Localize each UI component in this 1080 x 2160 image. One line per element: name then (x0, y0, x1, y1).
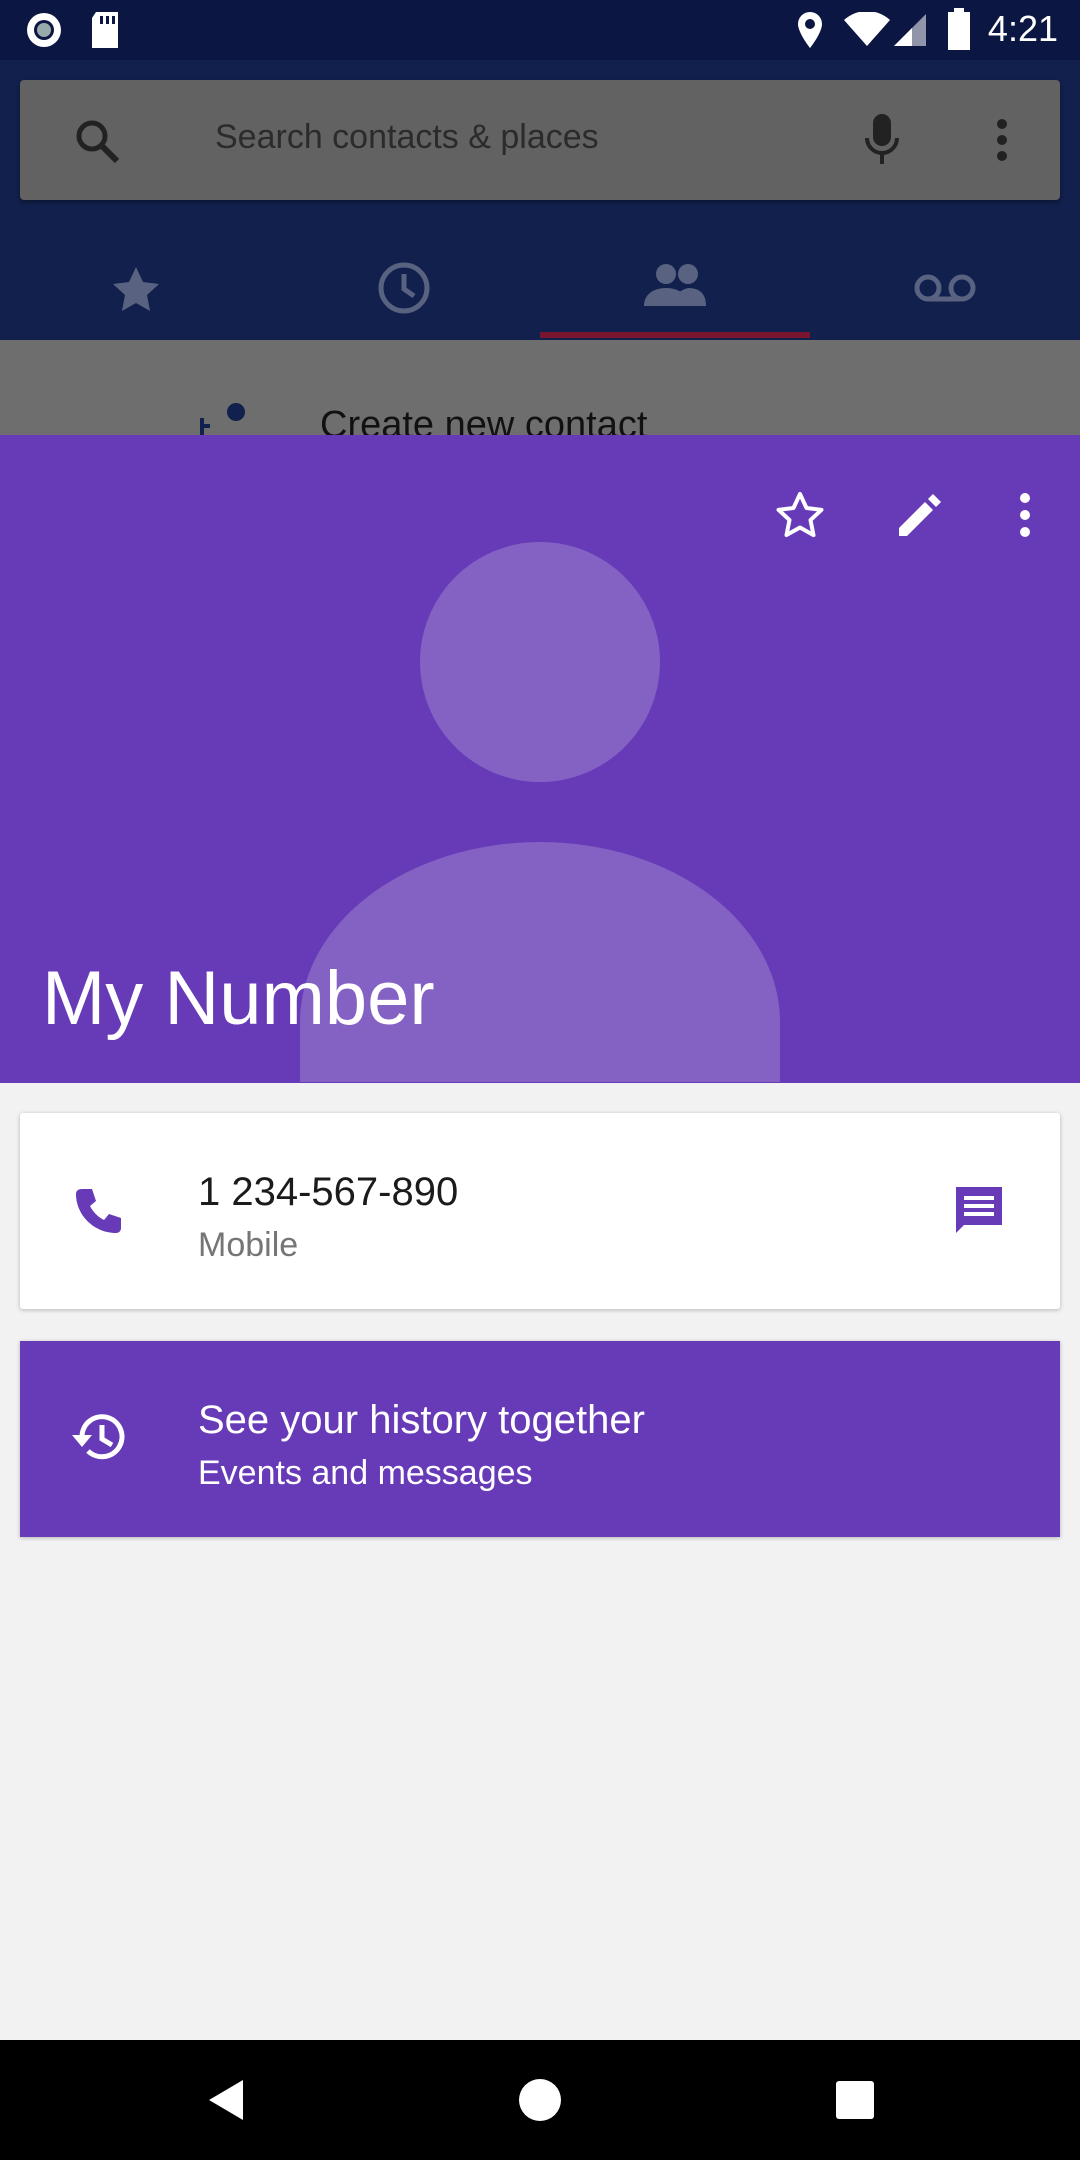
contact-header: My Number (0, 435, 1080, 1083)
active-tab-indicator (540, 332, 810, 338)
tab-recents[interactable] (270, 240, 540, 340)
phone-entry-card[interactable]: 1 234-567-890 Mobile (20, 1113, 1060, 1309)
battery-icon (948, 8, 970, 50)
history-subtitle: Events and messages (198, 1454, 533, 1492)
mic-icon[interactable] (862, 112, 902, 168)
search-icon[interactable] (74, 118, 120, 164)
more-vert-icon[interactable] (992, 116, 1012, 164)
edit-icon (899, 494, 941, 536)
more-options-button[interactable] (985, 475, 1065, 555)
voicemail-icon (914, 274, 976, 302)
signal-icon (894, 14, 926, 46)
clock-icon (378, 262, 430, 314)
favorite-button[interactable] (760, 475, 840, 555)
wifi-icon (844, 12, 890, 46)
home-icon (519, 2079, 561, 2121)
recents-button[interactable] (805, 2060, 905, 2140)
phone-number[interactable]: 1 234-567-890 (198, 1170, 458, 1215)
tab-voicemail[interactable] (810, 240, 1080, 340)
contact-name: My Number (42, 956, 435, 1041)
star-outline-icon (776, 492, 824, 538)
history-icon (72, 1414, 125, 1460)
history-card[interactable]: See your history together Events and mes… (20, 1341, 1060, 1537)
tab-contacts[interactable] (540, 240, 810, 340)
create-contact-row: Create new contact (0, 340, 1080, 435)
add-contact-icon (200, 403, 245, 435)
phone-icon (76, 1189, 121, 1233)
history-title: See your history together (198, 1398, 645, 1442)
create-contact-label: Create new contact (320, 404, 648, 435)
search-bar[interactable]: Search contacts & places (20, 80, 1060, 200)
star-icon (113, 267, 159, 311)
record-icon (27, 13, 61, 47)
back-button[interactable] (175, 2060, 275, 2140)
app-bar: Search contacts & places (0, 60, 1080, 340)
sd-card-icon (92, 12, 118, 48)
search-input[interactable]: Search contacts & places (215, 118, 599, 157)
navigation-bar (0, 2040, 1080, 2160)
status-time: 4:21 (987, 8, 1058, 49)
message-icon[interactable] (952, 1185, 1006, 1237)
back-icon (209, 2080, 243, 2120)
tab-favorites[interactable] (0, 240, 270, 340)
avatar-head (420, 542, 660, 782)
status-bar: 4:21 (0, 0, 1080, 60)
home-button[interactable] (490, 2060, 590, 2140)
phone-type: Mobile (198, 1226, 299, 1264)
edit-button[interactable] (880, 475, 960, 555)
recents-icon (836, 2081, 874, 2119)
more-vert-icon (1020, 493, 1030, 537)
people-icon (644, 264, 706, 306)
location-icon (798, 12, 822, 48)
